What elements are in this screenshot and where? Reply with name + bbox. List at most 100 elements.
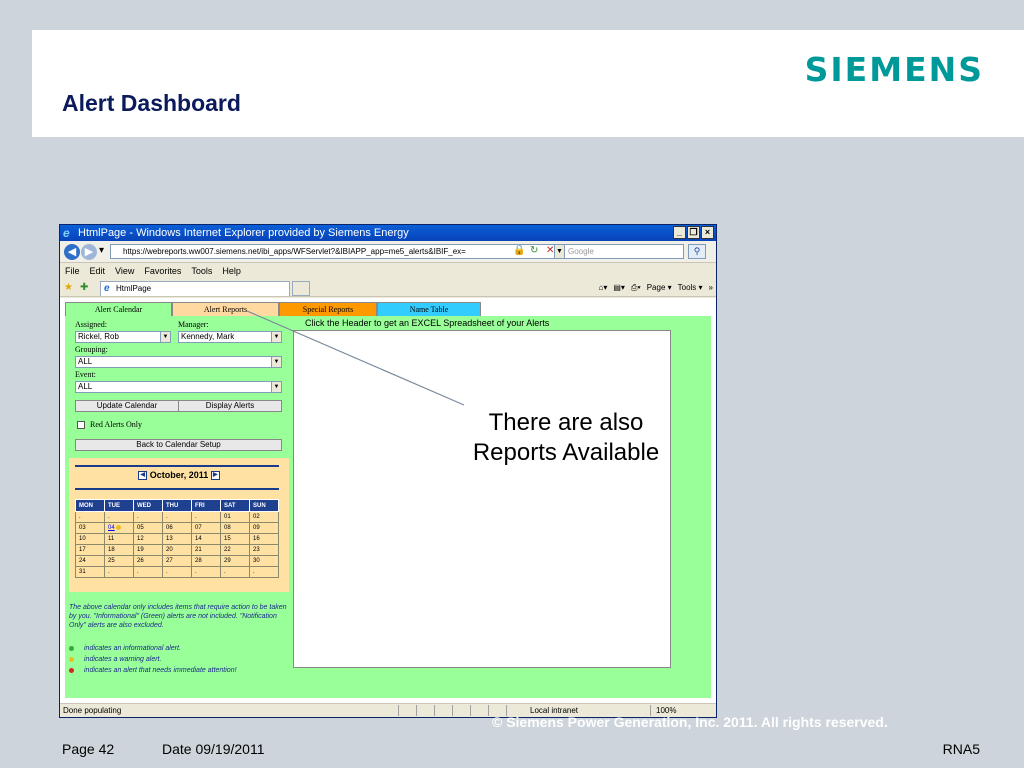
footer-page: Page 42: [62, 741, 115, 757]
back-to-setup-button[interactable]: Back to Calendar Setup: [75, 439, 282, 451]
browser-titlebar: e HtmlPage - Windows Internet Explorer p…: [60, 225, 716, 241]
calendar-day-number: .: [79, 514, 81, 520]
calendar-day: 01: [220, 511, 250, 523]
manager-label: Manager:: [178, 320, 209, 329]
browser-tab[interactable]: HtmlPage: [100, 281, 290, 296]
event-value: ALL: [78, 382, 93, 391]
calendar-month: October, 2011: [149, 470, 209, 480]
calendar-day: 13: [162, 533, 192, 545]
minimize-button[interactable]: _: [673, 226, 686, 239]
history-dropdown-icon[interactable]: ▾: [99, 245, 104, 257]
calendar-day: 23: [249, 544, 279, 556]
calendar-day: 27: [162, 555, 192, 567]
calendar-day-number: 23: [253, 547, 260, 553]
assigned-value: Rickel, Rob: [78, 332, 119, 341]
url-input[interactable]: https://webreports.ww007.siemens.net/ibi…: [110, 244, 555, 259]
legend-warning: indicates a warning alert.: [69, 656, 161, 663]
red-alerts-checkbox[interactable]: [77, 421, 85, 429]
assigned-select[interactable]: Rickel, Rob ▼: [75, 331, 171, 343]
calendar-day-number: 25: [108, 558, 115, 564]
calendar-day-number: 17: [79, 547, 86, 553]
tab-alert-calendar[interactable]: Alert Calendar: [65, 302, 172, 316]
app-tab-strip: Alert Calendar Alert Reports Special Rep…: [65, 302, 481, 316]
siemens-logo: SIEMENS: [804, 50, 984, 89]
calendar-day: 08: [220, 522, 250, 534]
prev-month-icon[interactable]: ◀: [138, 471, 148, 481]
menu-edit[interactable]: Edit: [90, 263, 106, 279]
calendar-day-number: 05: [137, 525, 144, 531]
results-area: [293, 330, 671, 668]
forward-icon[interactable]: ▶: [81, 244, 97, 260]
red-alerts-label: Red Alerts Only: [90, 420, 142, 429]
calendar-divider: [75, 465, 279, 467]
page-menu[interactable]: Page ▾: [647, 282, 672, 294]
calendar-day: .: [220, 566, 250, 578]
stop-icon[interactable]: ✕: [546, 245, 554, 257]
calendar-day-number: 22: [224, 547, 231, 553]
warning-alert-icon[interactable]: [115, 524, 121, 530]
calendar-day-number[interactable]: 04: [108, 525, 115, 531]
favorites-star-icon[interactable]: ★: [64, 282, 73, 293]
update-calendar-button[interactable]: Update Calendar: [75, 400, 179, 412]
calendar-day[interactable]: 04: [104, 522, 134, 534]
calendar-day-number: .: [108, 569, 110, 575]
next-month-icon[interactable]: ▶: [210, 471, 220, 481]
refresh-icon[interactable]: ↻: [530, 245, 538, 257]
calendar-day: 21: [191, 544, 221, 556]
calendar-grid: MON TUE WED THU FRI SAT SUN ..... 01 02 03 04 05 06 0…: [75, 499, 279, 578]
weekday-header: WED: [133, 499, 163, 512]
tab-special-reports[interactable]: Special Reports: [279, 302, 377, 316]
calendar-day-number: 12: [137, 536, 144, 542]
calendar-day-number: 28: [195, 558, 202, 564]
restore-button[interactable]: ❐: [687, 226, 700, 239]
copyright: © Siemens Power Generation, Inc. 2011. A…: [492, 714, 888, 730]
menu-file[interactable]: File: [65, 263, 80, 279]
calendar-weekday-row: MON TUE WED THU FRI SAT SUN: [75, 499, 279, 512]
back-icon[interactable]: ◀: [64, 244, 80, 260]
calendar-day-number: .: [224, 569, 226, 575]
calendar-day: .: [191, 511, 221, 523]
status-text: Done populating: [63, 706, 122, 715]
more-chevron-icon[interactable]: »: [709, 282, 713, 294]
new-tab-button[interactable]: [292, 281, 310, 296]
home-icon[interactable]: ⌂▾: [599, 282, 608, 294]
calendar-day-number: 27: [166, 558, 173, 564]
calendar-day: 30: [249, 555, 279, 567]
calendar-day-number: .: [195, 514, 197, 520]
close-button[interactable]: ×: [701, 226, 714, 239]
tools-menu[interactable]: Tools ▾: [678, 282, 703, 294]
footer-code: RNA5: [942, 741, 980, 757]
menu-tools[interactable]: Tools: [191, 263, 212, 279]
calendar-day-number: 30: [253, 558, 260, 564]
slide-title: Alert Dashboard: [62, 90, 241, 116]
calendar-week-row: 03 04 05 06 07 08 09: [75, 522, 279, 534]
add-favorites-icon[interactable]: ✚: [80, 282, 88, 293]
search-input[interactable]: Google: [564, 244, 684, 259]
calendar-day: 28: [191, 555, 221, 567]
search-icon[interactable]: ⚲: [688, 244, 706, 259]
ie-icon: e: [63, 226, 70, 240]
feeds-icon[interactable]: ▤▾: [613, 282, 625, 294]
menu-help[interactable]: Help: [222, 263, 241, 279]
tab-alert-reports[interactable]: Alert Reports: [172, 302, 279, 316]
calendar-day-number: 08: [224, 525, 231, 531]
print-icon[interactable]: ⎙▾: [631, 282, 641, 294]
weekday-header: SUN: [249, 499, 279, 512]
command-bar: ⌂▾ ▤▾ ⎙▾ Page ▾ Tools ▾ »: [599, 282, 714, 294]
weekday-header: TUE: [104, 499, 134, 512]
calendar-day-number: .: [166, 514, 168, 520]
calendar-week-row: 17 18 19 20 21 22 23: [75, 544, 279, 556]
lock-icon[interactable]: 🔒: [513, 245, 525, 257]
grouping-select[interactable]: ALL ▼: [75, 356, 282, 368]
event-select[interactable]: ALL ▼: [75, 381, 282, 393]
calendar-day-number: 03: [79, 525, 86, 531]
menu-favorites[interactable]: Favorites: [144, 263, 181, 279]
display-alerts-button[interactable]: Display Alerts: [178, 400, 282, 412]
manager-select[interactable]: Kennedy, Mark ▼: [178, 331, 282, 343]
menu-view[interactable]: View: [115, 263, 134, 279]
calendar-day: 11: [104, 533, 134, 545]
address-bar: ◀ ▶ ▾ https://webreports.ww007.siemens.n…: [60, 241, 716, 263]
tab-name-table[interactable]: Name Table: [377, 302, 481, 316]
calendar-day: .: [162, 566, 192, 578]
results-header-link[interactable]: Click the Header to get an EXCEL Spreads…: [305, 318, 549, 328]
